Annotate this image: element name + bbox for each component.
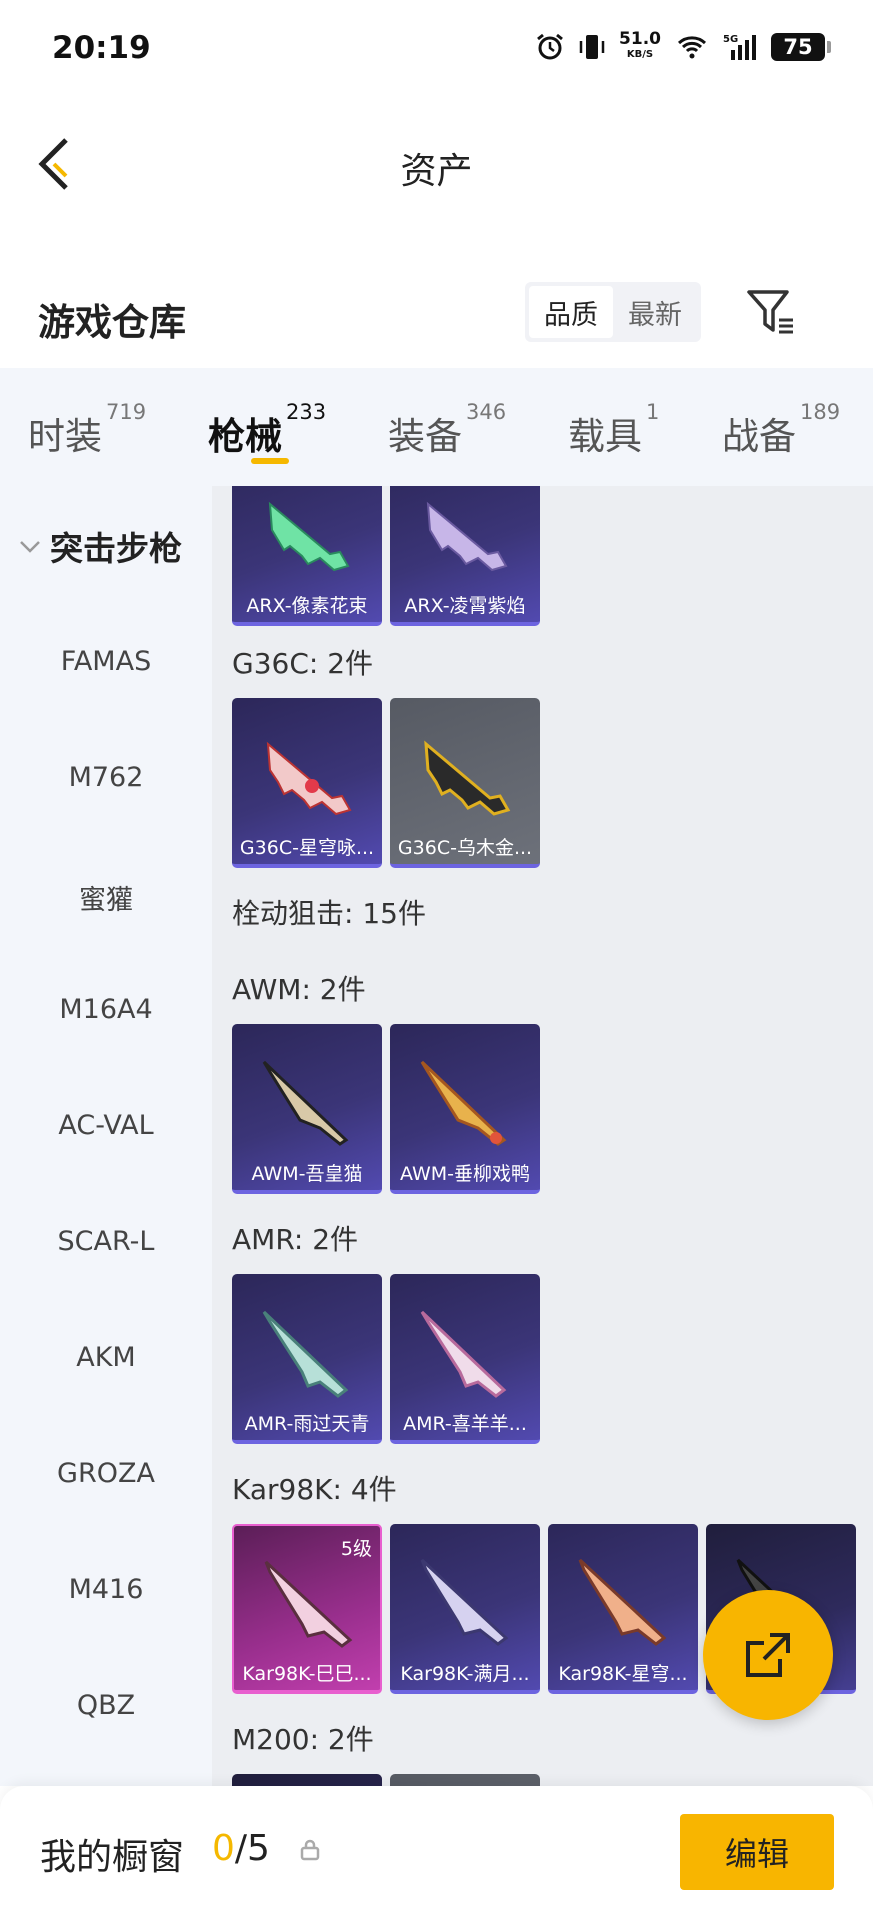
group-title-awm: AWM: 2件 [232,973,366,1006]
showcase-count: 0/5 [212,1828,270,1869]
skin-name: ARX-像素花束 [246,595,368,617]
side-item-honey-badger[interactable]: 蜜獾 [0,878,212,917]
page-title: 资产 [400,151,473,192]
share-icon [746,1633,790,1677]
status-bar: 20:19 51.0 KB/S 5G 75 [0,0,873,100]
sniper-icon [420,1060,507,1146]
side-item-m16a4[interactable]: M16A4 [0,994,212,1025]
skin-name: AMR-雨过天青 [244,1413,370,1435]
status-icons: 51.0 KB/S 5G 75 [535,29,831,62]
alarm-icon [537,33,563,60]
active-tab-indicator [251,458,289,464]
skin-card[interactable]: AWM-垂柳戏鸭 [390,1024,540,1194]
tab-guns[interactable]: 枪械233 [208,400,326,460]
sort-quality-button[interactable]: 品质 [529,286,613,338]
wifi-icon [677,36,707,59]
sniper-icon [420,1310,507,1398]
side-item-m416[interactable]: M416 [0,1574,212,1605]
warehouse-header: 游戏仓库 品质 最新 [0,270,873,370]
tab-vehicles[interactable]: 载具1 [568,400,659,460]
level-badge: 5级 [340,1538,372,1560]
skin-card[interactable]: Kar98K-星穹... [548,1524,698,1694]
signal-5g-icon: 5G [723,34,756,60]
skin-card[interactable]: ARX-凌霄紫焰 [390,486,540,626]
side-item-qbz[interactable]: QBZ [0,1690,212,1721]
skin-card[interactable] [390,1774,540,1786]
sniper-icon [262,1060,349,1146]
lock-icon [300,1839,320,1861]
battery-indicator: 75 [771,33,831,61]
side-category-assault-rifle[interactable]: 突击步枪 [18,522,182,570]
rifle-icon [420,1558,509,1646]
sniper-icon [262,1310,349,1398]
group-title-kar98k: Kar98K: 4件 [232,1473,397,1506]
side-item-famas[interactable]: FAMAS [0,646,212,677]
skin-card[interactable]: AMR-雨过天青 [232,1274,382,1444]
skin-name: G36C-星穹咏... [239,837,375,859]
skin-card[interactable]: AMR-喜羊羊... [390,1274,540,1444]
side-item-akm[interactable]: AKM [0,1342,212,1373]
skin-name: G36C-乌木金... [397,837,533,859]
skin-card[interactable] [232,1774,382,1786]
showcase-label: 我的橱窗 [40,1837,185,1878]
rifle-icon [426,501,508,572]
weapon-side-nav: 突击步枪 FAMAS M762 蜜獾 M16A4 AC-VAL SCAR-L A… [0,486,212,1786]
bottom-bar: 我的橱窗 0/5 编辑 [0,1786,873,1920]
warehouse-title: 游戏仓库 [38,301,186,344]
group-title-m200: M200: 2件 [232,1723,374,1756]
skin-card[interactable]: 5级 Kar98K-巳巳... [232,1524,382,1694]
skin-name: Kar98K-满月... [400,1663,530,1685]
svg-text:5G: 5G [723,34,738,45]
skin-card[interactable]: AWM-吾皇猫 [232,1024,382,1194]
side-category-label: 突击步枪 [50,529,182,568]
skin-name: Kar98K-巳巳... [242,1663,372,1685]
net-speed: 51.0 KB/S [619,29,661,61]
skin-name: AWM-吾皇猫 [251,1163,363,1185]
group-title-amr: AMR: 2件 [232,1223,359,1256]
skin-card[interactable]: ARX-像素花束 [232,486,382,626]
skin-card[interactable]: G36C-星穹咏... [232,698,382,868]
skin-name: AWM-垂柳戏鸭 [400,1163,530,1185]
chevron-down-icon [20,541,40,553]
top-header: 资产 [0,100,873,230]
side-item-groza[interactable]: GROZA [0,1458,212,1489]
rifle-icon [268,501,350,572]
tab-fashion[interactable]: 时装719 [28,400,146,460]
side-item-scar-l[interactable]: SCAR-L [0,1226,212,1257]
status-time: 20:19 [52,30,151,66]
rifle-icon [578,1558,667,1646]
skin-name: AMR-喜羊羊... [403,1413,527,1435]
skin-name: ARX-凌霄紫焰 [404,595,526,617]
side-item-m762[interactable]: M762 [0,762,212,793]
skin-name: Kar98K-星穹... [558,1663,688,1685]
share-button[interactable] [703,1590,833,1720]
sort-toggle: 品质 最新 [525,282,701,342]
edit-button[interactable]: 编辑 [680,1814,834,1890]
category-tabs: 时装719 枪械233 装备346 载具1 战备189 [0,368,873,486]
side-item-ac-val[interactable]: AC-VAL [0,1110,212,1141]
tab-equipment[interactable]: 装备346 [388,400,506,460]
rifle-icon [266,741,352,816]
rifle-icon [424,740,511,816]
skin-card[interactable]: Kar98K-满月... [390,1524,540,1694]
skin-card[interactable]: G36C-乌木金... [390,698,540,868]
tab-supplies[interactable]: 战备189 [722,400,840,460]
group-title-g36c: G36C: 2件 [232,647,374,680]
sort-latest-button[interactable]: 最新 [613,286,697,338]
filter-icon[interactable] [745,286,797,338]
group-title-bolt-action: 栓动狙击: 15件 [232,897,426,930]
vibrate-icon [579,35,605,59]
